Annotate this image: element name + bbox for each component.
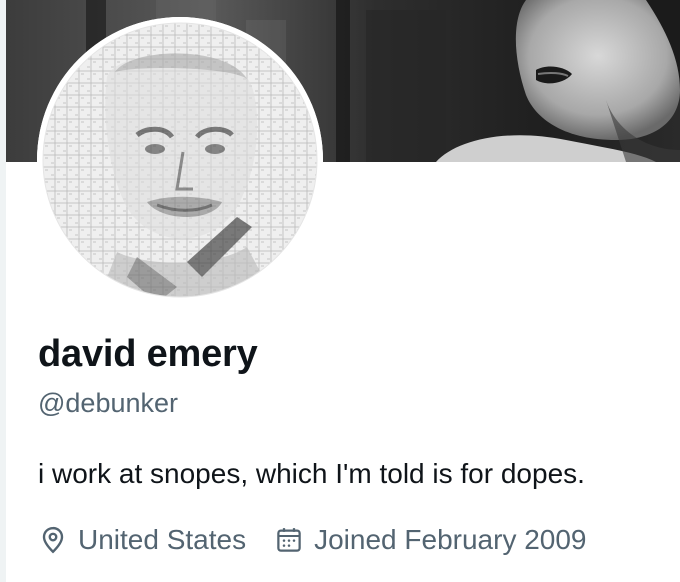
profile-avatar[interactable] xyxy=(37,17,323,303)
joined-item: Joined February 2009 xyxy=(274,524,587,556)
profile-header: david emery @debunker i work at snopes, … xyxy=(0,0,680,582)
display-name: david emery xyxy=(38,333,258,375)
calendar-icon xyxy=(274,525,304,555)
location-text: United States xyxy=(78,524,247,555)
username-handle: @debunker xyxy=(38,388,178,418)
profile-bio: i work at snopes, which I'm told is for … xyxy=(38,458,585,489)
location-pin-icon xyxy=(38,525,68,555)
joined-date-text: Joined February 2009 xyxy=(314,524,587,555)
location-item: United States xyxy=(38,524,246,556)
profile-meta: United States Joined February 2009 xyxy=(38,520,587,560)
avatar-image xyxy=(37,17,323,303)
